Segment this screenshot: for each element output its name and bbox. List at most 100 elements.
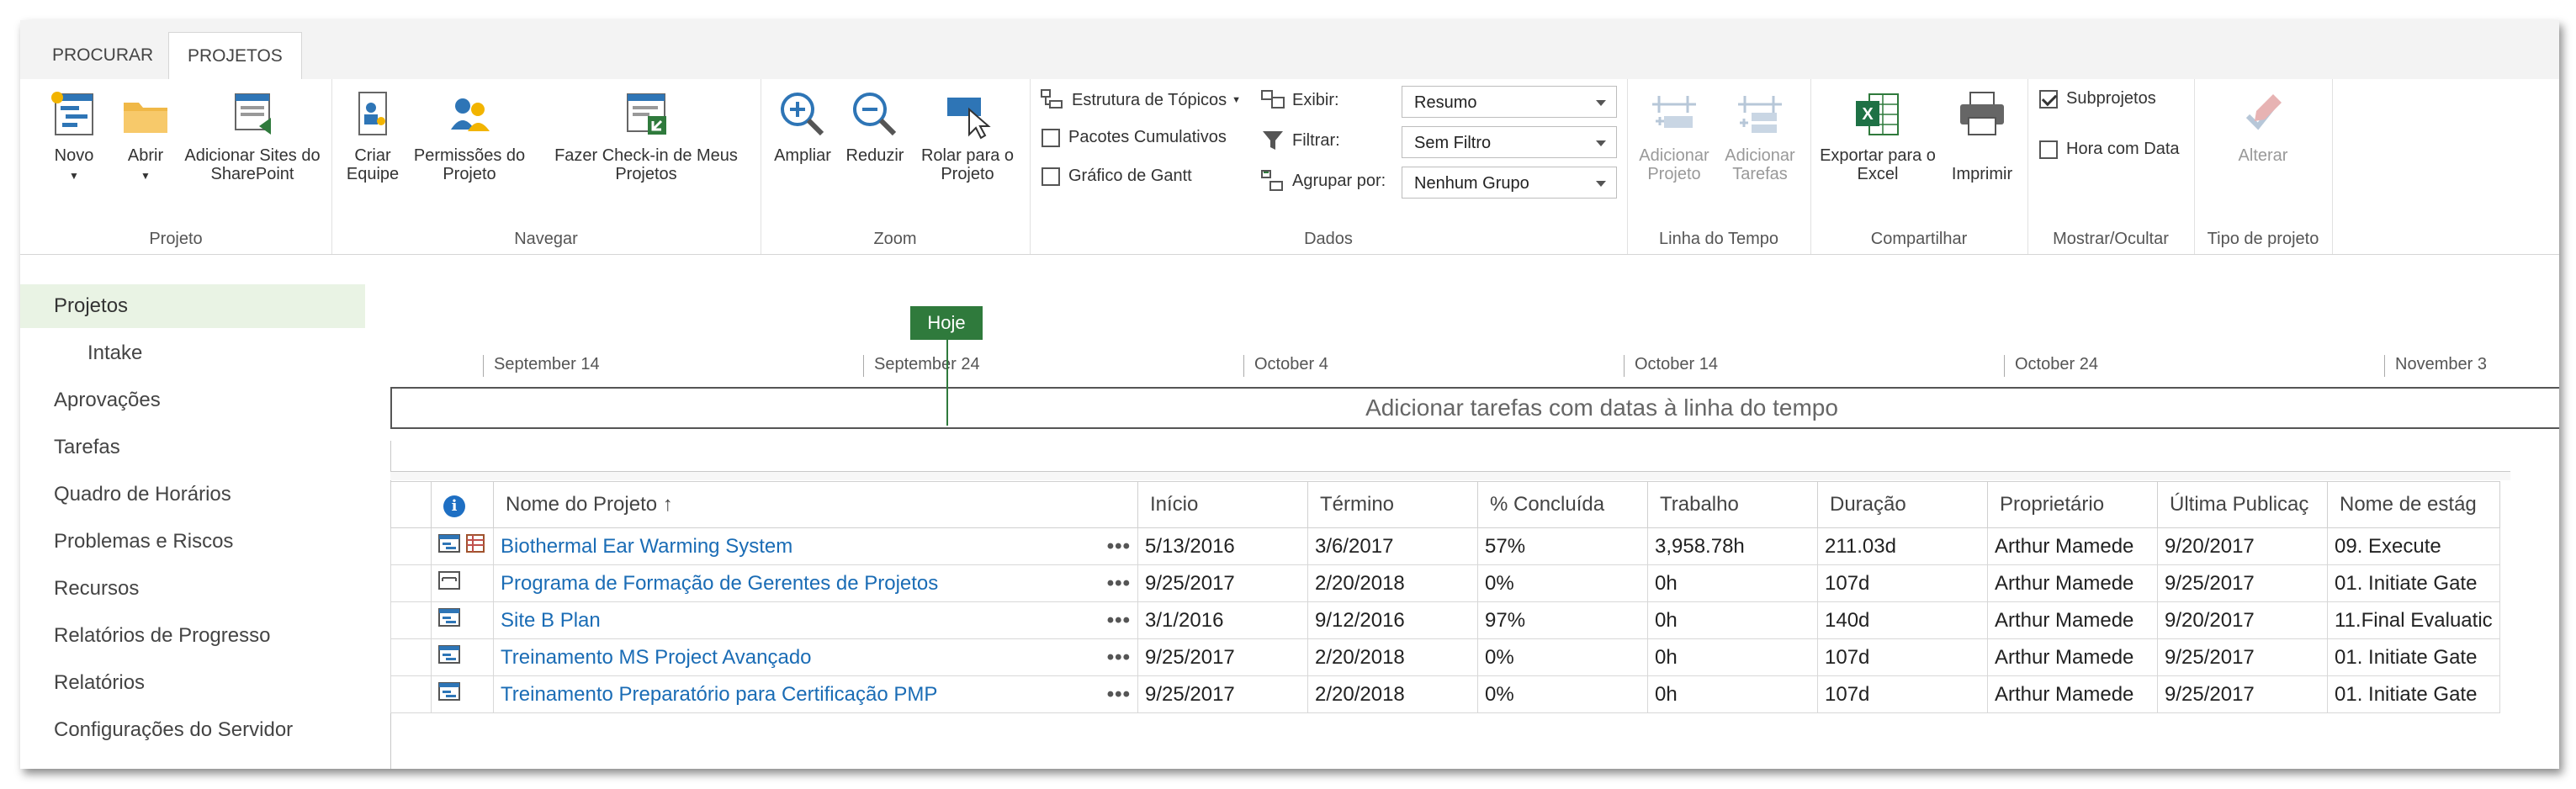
abrir-button[interactable]: Abrir ▼ <box>108 87 183 185</box>
gantt-check[interactable] <box>1042 167 1060 186</box>
project-link[interactable]: Biothermal Ear Warming System <box>501 535 792 558</box>
nav-item-aprovacoes[interactable]: Aprovações <box>20 379 365 422</box>
header-concluida[interactable]: % Concluída <box>1477 481 1648 528</box>
timeline[interactable]: Hoje September 14 September 24 October 4… <box>390 281 2559 441</box>
project-link[interactable]: Treinamento Preparatório para Certificaç… <box>501 683 937 706</box>
header-nome-estagio[interactable]: Nome de estág <box>2327 481 2500 528</box>
projects-table: i Nome do Projeto ↑ Início Término % Con… <box>390 481 2500 713</box>
header-proprietario[interactable]: Proprietário <box>1987 481 2158 528</box>
nav-item-relatorios[interactable]: Relatórios <box>20 661 365 705</box>
publicacao-cell: 9/20/2017 <box>2157 601 2328 639</box>
timeline-date: September 24 <box>863 355 980 377</box>
row-select[interactable] <box>390 638 432 676</box>
header-termino[interactable]: Término <box>1307 481 1478 528</box>
subprojetos-check[interactable] <box>2039 89 2058 109</box>
termino-cell: 2/20/2018 <box>1307 564 1478 602</box>
proprietario-cell: Arthur Mamede <box>1987 527 2158 565</box>
permissoes-button[interactable]: Permissões do Projeto <box>407 87 532 183</box>
timeline-placeholder-bar[interactable]: Adicionar tarefas com datas à linha do t… <box>390 387 2559 429</box>
checkin-button[interactable]: Fazer Check-in de Meus Projetos <box>538 87 754 183</box>
scroll-to-project-icon <box>947 98 991 140</box>
agrupar-dropdown[interactable]: Nenhum Grupo <box>1402 167 1617 199</box>
reduzir-button[interactable]: Reduzir <box>843 87 907 165</box>
ampliar-button[interactable]: Ampliar <box>771 87 835 165</box>
header-trabalho[interactable]: Trabalho <box>1647 481 1818 528</box>
header-inicio[interactable]: Início <box>1137 481 1308 528</box>
publicacao-cell: 9/25/2017 <box>2157 564 2328 602</box>
add-timeline-project-icon <box>1652 96 1696 128</box>
timeline-date: October 4 <box>1243 355 1328 377</box>
project-name-cell[interactable]: Programa de Formação de Gerentes de Proj… <box>493 564 1138 602</box>
header-duracao[interactable]: Duração <box>1817 481 1988 528</box>
exportar-label-2: Excel <box>1857 165 1899 183</box>
pacotes-label: Pacotes Cumulativos <box>1068 128 1227 146</box>
group-label-projeto: Projeto <box>149 230 203 248</box>
table-row[interactable]: Programa de Formação de Gerentes de Proj… <box>390 564 2500 602</box>
project-name-cell[interactable]: Biothermal Ear Warming System ••• <box>493 527 1138 565</box>
trabalho-cell: 0h <box>1647 675 1818 713</box>
grafico-gantt-checkbox[interactable]: Gráfico de Gantt <box>1042 167 1192 186</box>
header-nome-projeto[interactable]: Nome do Projeto ↑ <box>493 481 1138 528</box>
table-row[interactable]: Site B Plan ••• 3/1/2016 9/12/2016 97% 0h… <box>390 601 2500 639</box>
exportar-excel-button[interactable]: X Exportar para o Excel <box>1815 87 1940 183</box>
nav-item-tarefas[interactable]: Tarefas <box>20 426 365 469</box>
nav-item-quadro-horarios[interactable]: Quadro de Horários <box>20 473 365 516</box>
chevron-down-icon <box>1596 181 1606 187</box>
alterar-button[interactable]: Alterar <box>2209 87 2317 165</box>
rolar-button[interactable]: Rolar para o Projeto <box>915 87 1020 183</box>
project-link[interactable]: Site B Plan <box>501 609 601 632</box>
nav-item-recursos[interactable]: Recursos <box>20 567 365 611</box>
row-icons <box>431 527 494 565</box>
adicionar-tarefas-button[interactable]: Adicionar Tarefas <box>1718 87 1802 183</box>
row-select[interactable] <box>390 675 432 713</box>
project-name-cell[interactable]: Site B Plan ••• <box>493 601 1138 639</box>
header-info[interactable]: i <box>431 481 494 528</box>
hora-com-data-checkbox[interactable]: Hora com Data <box>2039 140 2180 159</box>
pacotes-cumulativos-checkbox[interactable]: Pacotes Cumulativos <box>1042 128 1227 147</box>
table-header-row: i Nome do Projeto ↑ Início Término % Con… <box>390 481 2500 528</box>
subprojetos-checkbox[interactable]: Subprojetos <box>2039 89 2156 109</box>
project-name-cell[interactable]: Treinamento MS Project Avançado ••• <box>493 638 1138 676</box>
header-select[interactable] <box>390 481 432 528</box>
filtrar-value: Sem Filtro <box>1414 134 1492 152</box>
permissoes-label-2: Projeto <box>443 165 496 183</box>
pacotes-check[interactable] <box>1042 128 1060 147</box>
more-options-icon[interactable]: ••• <box>1107 609 1131 633</box>
hora-check[interactable] <box>2039 140 2058 159</box>
adicionar-projeto-button[interactable]: Adicionar Projeto <box>1632 87 1716 183</box>
more-options-icon[interactable]: ••• <box>1107 646 1131 670</box>
estrutura-topicos-button[interactable]: Estrutura de Tópicos ▼ <box>1040 87 1241 113</box>
novo-button[interactable]: Novo ▼ <box>32 87 116 185</box>
proposal-icon <box>438 571 460 590</box>
project-link[interactable]: Treinamento MS Project Avançado <box>501 646 812 669</box>
proprietario-cell: Arthur Mamede <box>1987 675 2158 713</box>
row-select[interactable] <box>390 601 432 639</box>
filtrar-dropdown[interactable]: Sem Filtro <box>1402 126 1617 158</box>
table-row[interactable]: Biothermal Ear Warming System ••• 5/13/20… <box>390 527 2500 565</box>
row-select[interactable] <box>390 564 432 602</box>
nav-item-configuracoes-servidor[interactable]: Configurações do Servidor <box>20 708 365 752</box>
more-options-icon[interactable]: ••• <box>1107 535 1131 559</box>
group-label-tipo: Tipo de projeto <box>2207 230 2319 248</box>
nav-item-problemas-riscos[interactable]: Problemas e Riscos <box>20 520 365 564</box>
tab-procurar[interactable]: PROCURAR <box>34 32 172 79</box>
more-options-icon[interactable]: ••• <box>1107 683 1131 707</box>
tab-projetos[interactable]: PROJETOS <box>168 32 302 80</box>
row-select[interactable] <box>390 527 432 565</box>
adicionar-sites-button[interactable]: Adicionar Sites do SharePoint <box>177 87 328 183</box>
more-options-icon[interactable]: ••• <box>1107 572 1131 596</box>
project-link[interactable]: Programa de Formação de Gerentes de Proj… <box>501 572 938 595</box>
table-row[interactable]: Treinamento MS Project Avançado ••• 9/25/… <box>390 638 2500 676</box>
exibir-dropdown[interactable]: Resumo <box>1402 86 1617 118</box>
nav-item-intake[interactable]: Intake <box>20 331 365 375</box>
group-by-icon <box>1261 170 1283 191</box>
project-icon <box>438 608 460 627</box>
header-ultima-publicacao[interactable]: Última Publicaç <box>2157 481 2328 528</box>
nav-item-projetos[interactable]: Projetos <box>20 284 365 328</box>
permissions-icon <box>451 98 490 131</box>
project-name-cell[interactable]: Treinamento Preparatório para Certificaç… <box>493 675 1138 713</box>
criar-equipe-button[interactable]: Criar Equipe <box>343 87 402 183</box>
imprimir-button[interactable]: Imprimir <box>1943 87 2021 183</box>
nav-item-relatorios-progresso[interactable]: Relatórios de Progresso <box>20 614 365 658</box>
table-row[interactable]: Treinamento Preparatório para Certificaç… <box>390 675 2500 713</box>
